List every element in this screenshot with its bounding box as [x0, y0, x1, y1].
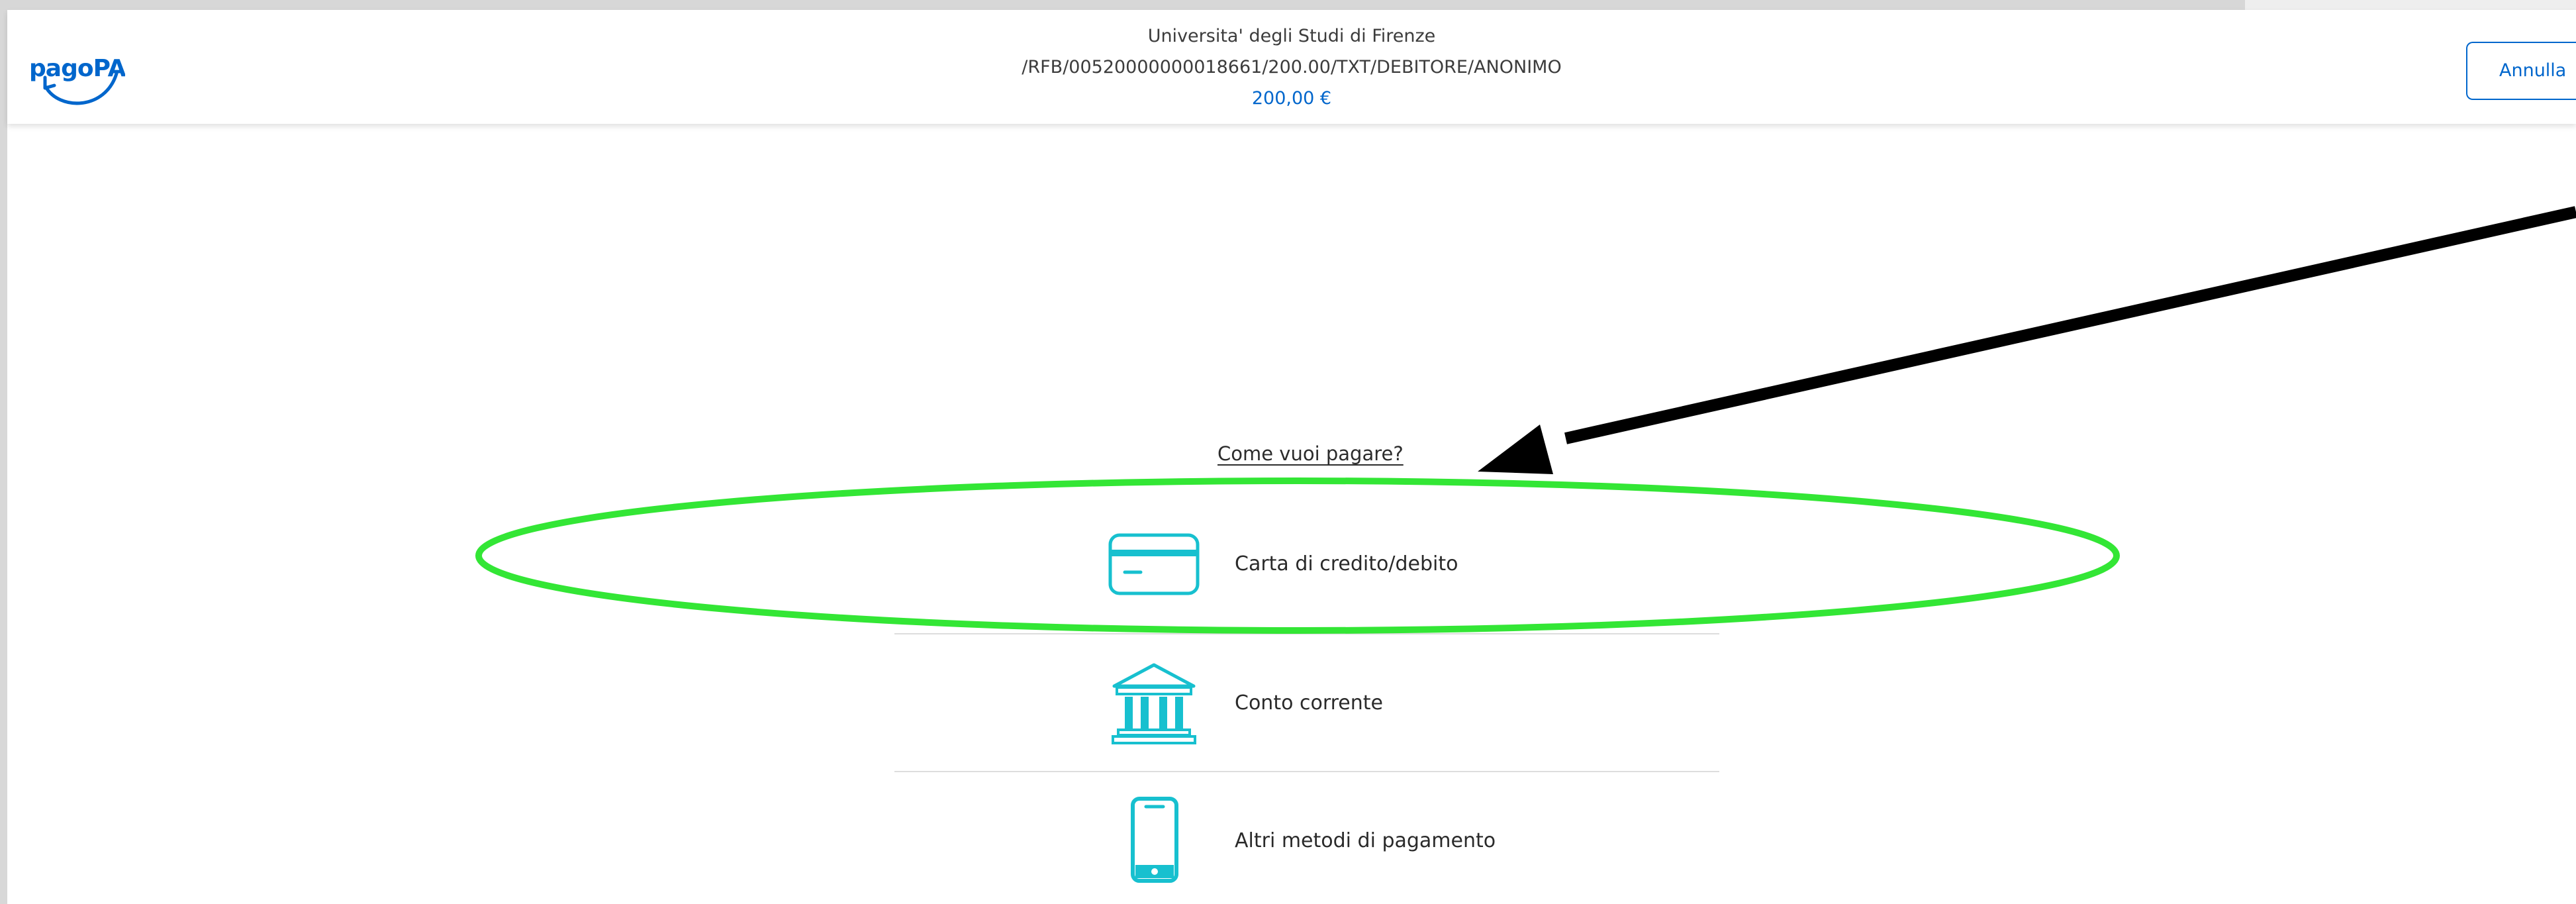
- method-other[interactable]: Altri metodi di pagamento: [894, 771, 1719, 904]
- method-credit-card[interactable]: Carta di credito/debito: [894, 495, 1719, 633]
- payment-summary: Universita' degli Studi di Firenze /RFB/…: [7, 21, 2576, 114]
- cancel-button[interactable]: Annulla: [2466, 42, 2576, 100]
- payment-header: pagoPA Universita' degli Studi di Firenz…: [7, 10, 2576, 124]
- left-window-border: [0, 10, 7, 904]
- smartphone-icon: [1131, 797, 1178, 883]
- payment-reference: /RFB/00520000000018661/200.00/TXT/DEBITO…: [1022, 57, 1562, 77]
- merchant-name: Universita' degli Studi di Firenze: [1147, 26, 1436, 46]
- browser-top-strip: [0, 0, 2576, 10]
- method-label: Carta di credito/debito: [1235, 552, 1458, 576]
- payment-method-section: Come vuoi pagare? Carta di credito/debit…: [7, 124, 2576, 904]
- screenshot-frame: pagoPA Universita' degli Studi di Firenz…: [0, 0, 2576, 904]
- credit-card-icon: [1108, 533, 1200, 595]
- method-label: Conto corrente: [1235, 691, 1383, 715]
- payment-method-list: Carta di credito/debito Conto corrente A…: [894, 495, 1719, 904]
- method-bank-account[interactable]: Conto corrente: [894, 633, 1719, 771]
- payment-amount: 200,00 €: [1251, 88, 1332, 109]
- bank-icon: [1112, 663, 1196, 744]
- payment-question: Come vuoi pagare?: [1217, 442, 1404, 465]
- method-label: Altri metodi di pagamento: [1235, 829, 1496, 852]
